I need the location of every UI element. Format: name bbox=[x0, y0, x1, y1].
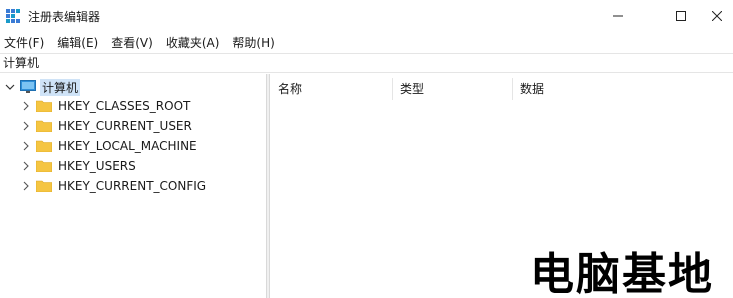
tree-item[interactable]: HKEY_CURRENT_CONFIG bbox=[20, 176, 206, 196]
tree-pane: 计算机 HKEY_CLASSES_ROOT HKEY_CURRENT_USER … bbox=[0, 74, 266, 298]
column-header-data[interactable]: 数据 bbox=[512, 78, 712, 100]
minimize-button[interactable] bbox=[595, 0, 641, 32]
tree-item[interactable]: HKEY_USERS bbox=[20, 156, 136, 176]
folder-icon bbox=[36, 100, 52, 112]
window-title: 注册表编辑器 bbox=[28, 10, 101, 24]
chevron-right-icon[interactable] bbox=[20, 100, 32, 112]
regedit-app-icon bbox=[6, 9, 20, 23]
menu-help[interactable]: 帮助(H) bbox=[232, 34, 274, 51]
close-icon bbox=[711, 11, 722, 21]
watermark-text: 电脑基地 bbox=[529, 248, 714, 298]
title-bar: 注册表编辑器 bbox=[0, 0, 733, 32]
menu-edit[interactable]: 编辑(E) bbox=[57, 34, 98, 51]
tree-item-label: HKEY_LOCAL_MACHINE bbox=[58, 139, 197, 153]
chevron-right-icon[interactable] bbox=[20, 140, 32, 152]
column-header-name[interactable]: 名称 bbox=[270, 78, 392, 100]
folder-icon bbox=[36, 140, 52, 152]
folder-icon bbox=[36, 120, 52, 132]
minimize-icon bbox=[613, 15, 623, 17]
chevron-right-icon[interactable] bbox=[20, 160, 32, 172]
menu-file[interactable]: 文件(F) bbox=[4, 34, 44, 51]
column-header-type[interactable]: 类型 bbox=[392, 78, 512, 100]
folder-icon bbox=[36, 180, 52, 192]
tree-root-label: 计算机 bbox=[40, 78, 81, 96]
chevron-right-icon[interactable] bbox=[20, 120, 32, 132]
menu-favorites[interactable]: 收藏夹(A) bbox=[166, 34, 220, 51]
tree-root[interactable]: 计算机 bbox=[4, 77, 81, 97]
maximize-button[interactable] bbox=[658, 0, 704, 32]
tree-item[interactable]: HKEY_CURRENT_USER bbox=[20, 116, 192, 136]
menu-bar: 文件(F) 编辑(E) 查看(V) 收藏夹(A) 帮助(H) bbox=[0, 32, 733, 52]
tree-item[interactable]: HKEY_CLASSES_ROOT bbox=[20, 96, 190, 116]
folder-icon bbox=[36, 160, 52, 172]
menu-view[interactable]: 查看(V) bbox=[111, 34, 153, 51]
address-bar[interactable]: 计算机 bbox=[0, 53, 733, 73]
tree-item[interactable]: HKEY_LOCAL_MACHINE bbox=[20, 136, 197, 156]
tree-item-label: HKEY_CLASSES_ROOT bbox=[58, 99, 191, 113]
address-path: 计算机 bbox=[3, 56, 40, 70]
tree-item-label: HKEY_CURRENT_USER bbox=[58, 119, 192, 133]
tree-item-label: HKEY_USERS bbox=[58, 159, 136, 173]
chevron-right-icon[interactable] bbox=[20, 180, 32, 192]
chevron-down-icon[interactable] bbox=[4, 81, 16, 93]
computer-icon bbox=[20, 80, 36, 93]
close-button[interactable] bbox=[700, 0, 733, 32]
tree-item-label: HKEY_CURRENT_CONFIG bbox=[58, 179, 207, 193]
maximize-icon bbox=[676, 11, 686, 21]
